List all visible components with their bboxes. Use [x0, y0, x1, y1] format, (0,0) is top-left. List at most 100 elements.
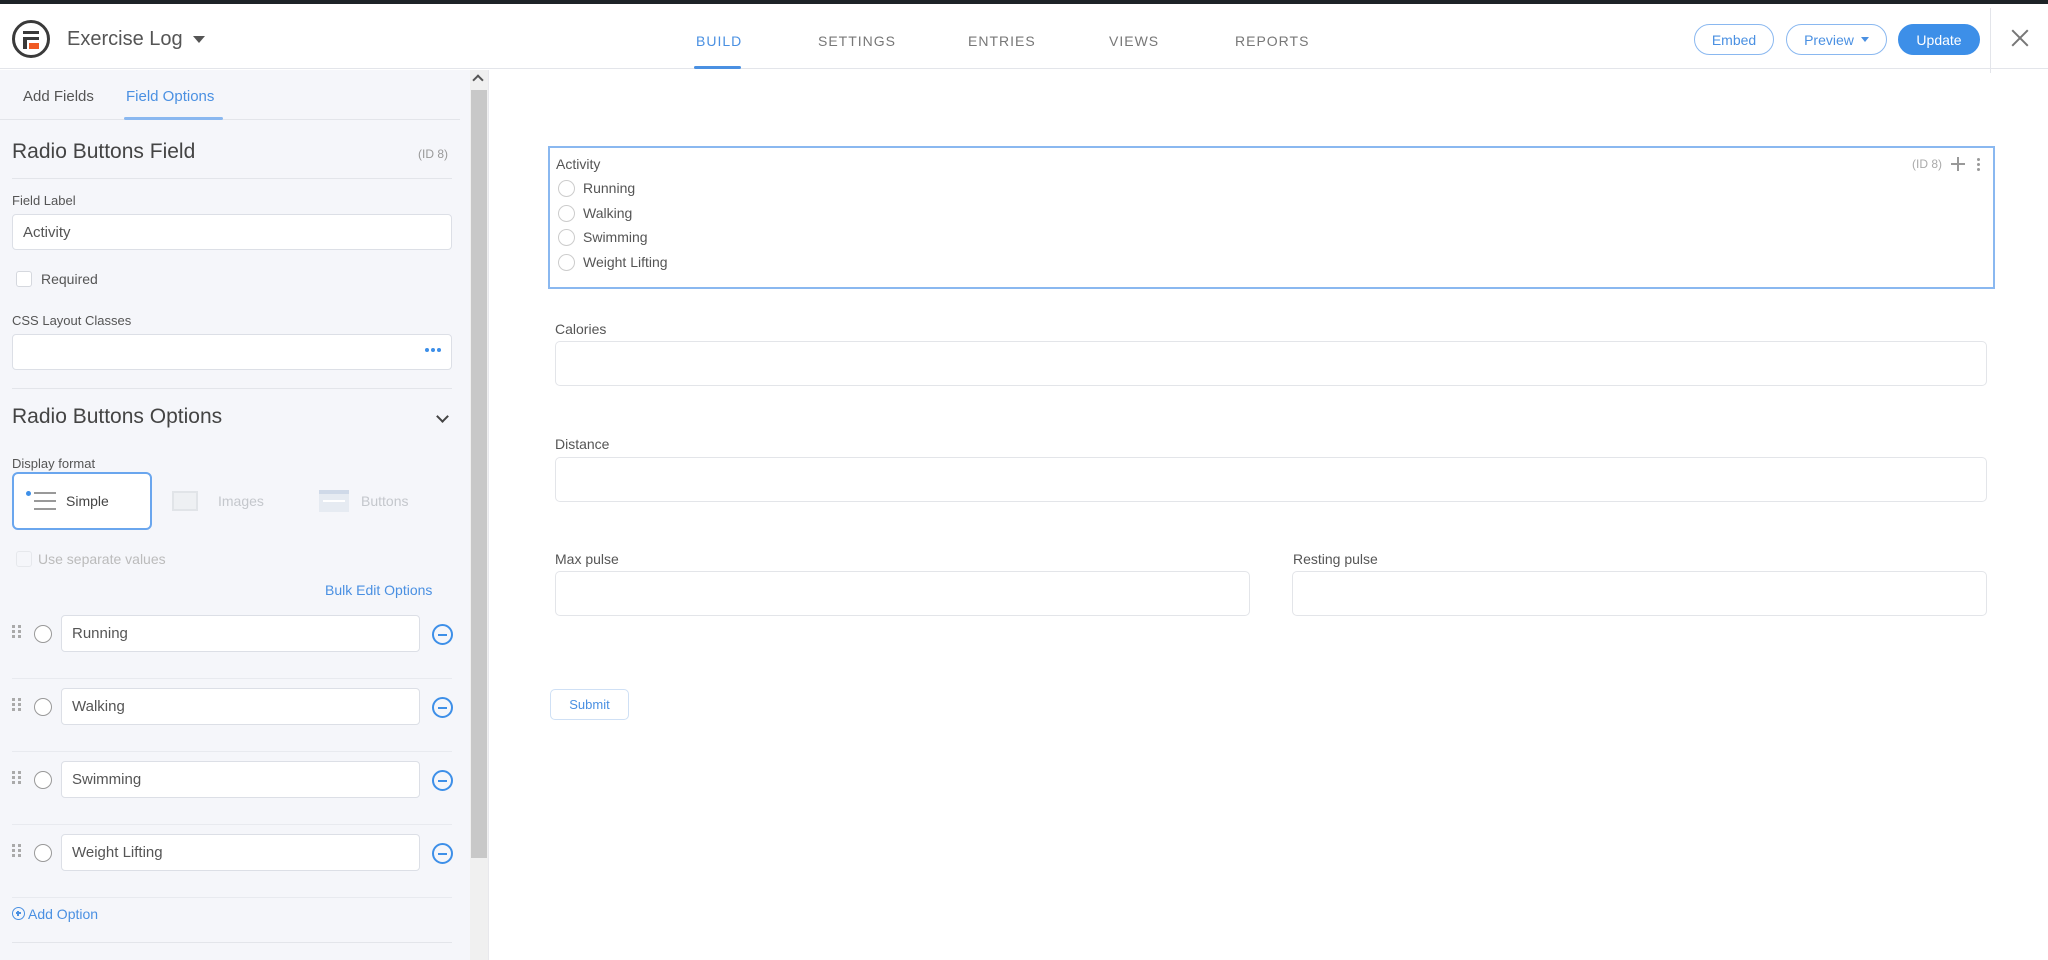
required-checkbox[interactable] [16, 271, 32, 287]
option-value: Swimming [72, 771, 142, 788]
option-row: Running [0, 606, 460, 679]
update-button[interactable]: Update [1898, 24, 1980, 55]
embed-label: Embed [1711, 31, 1757, 48]
required-label: Required [41, 271, 98, 287]
option-row: Weight Lifting [0, 825, 460, 898]
form-title-dropdown[interactable]: Exercise Log [67, 28, 205, 51]
radio-option-label: Swimming [583, 229, 648, 245]
activity-field-selected[interactable]: Activity Running Walking Swimming Weight… [548, 146, 1995, 289]
preview-label: Preview [1804, 31, 1854, 48]
update-label: Update [1916, 31, 1962, 48]
separate-values-checkbox[interactable] [16, 551, 32, 567]
remove-option-icon[interactable] [432, 697, 453, 718]
resting-pulse-input[interactable] [1292, 571, 1987, 616]
option-input[interactable]: Running [61, 615, 420, 652]
option-input[interactable]: Swimming [61, 761, 420, 798]
tab-reports[interactable]: REPORTS [1235, 33, 1309, 49]
max-pulse-label: Max pulse [555, 551, 619, 567]
radio-default-toggle[interactable] [34, 844, 52, 862]
format-label: Images [218, 493, 264, 509]
more-options-icon[interactable] [425, 348, 441, 352]
add-option-link[interactable]: Add Option [12, 906, 98, 922]
active-tab-indicator [124, 117, 223, 120]
radio-default-toggle[interactable] [34, 625, 52, 643]
form-title: Exercise Log [67, 28, 183, 50]
tab-settings[interactable]: SETTINGS [818, 33, 896, 49]
close-icon[interactable] [2008, 26, 2032, 50]
panel-divider [488, 70, 489, 960]
submit-label: Submit [569, 697, 610, 712]
buttons-icon [319, 490, 349, 512]
drag-handle-icon[interactable] [12, 625, 22, 638]
field-type-title: Radio Buttons Field [12, 140, 196, 163]
preview-button[interactable]: Preview [1786, 24, 1887, 55]
app-header: Exercise Log BUILD SETTINGS ENTRIES VIEW… [0, 4, 2048, 73]
drag-handle-icon[interactable] [12, 698, 22, 711]
drag-handle-icon[interactable] [12, 771, 22, 784]
radio-option[interactable] [558, 229, 575, 246]
caret-down-icon [1860, 37, 1869, 42]
move-icon[interactable] [1950, 156, 1966, 172]
sidebar-tabs: Add Fields Field Options [0, 70, 460, 120]
display-format-buttons[interactable]: Buttons [319, 472, 408, 530]
divider [12, 388, 452, 389]
separate-values-label: Use separate values [38, 551, 166, 567]
option-input[interactable]: Walking [61, 688, 420, 725]
option-input[interactable]: Weight Lifting [61, 834, 420, 871]
radio-option[interactable] [558, 205, 575, 222]
submit-button[interactable]: Submit [550, 689, 629, 720]
tab-build[interactable]: BUILD [696, 33, 742, 49]
remove-option-icon[interactable] [432, 843, 453, 864]
distance-label: Distance [555, 436, 610, 452]
option-value: Running [72, 625, 128, 642]
css-classes-input[interactable] [12, 334, 452, 370]
display-format-images[interactable]: Images [172, 472, 264, 530]
format-label: Buttons [361, 493, 409, 509]
more-vertical-icon[interactable] [1974, 157, 1983, 171]
list-icon [26, 490, 56, 512]
chevron-down-icon[interactable] [436, 410, 449, 423]
calories-input[interactable] [555, 341, 1987, 386]
max-pulse-input[interactable] [555, 571, 1250, 616]
field-label-input[interactable]: Activity [12, 214, 452, 250]
radio-option-label: Weight Lifting [583, 254, 668, 270]
field-options-sidebar: Add Fields Field Options Radio Buttons F… [0, 70, 470, 960]
tab-views[interactable]: VIEWS [1109, 33, 1159, 49]
radio-default-toggle[interactable] [34, 771, 52, 789]
remove-option-icon[interactable] [432, 624, 453, 645]
drag-handle-icon[interactable] [12, 844, 22, 857]
embed-button[interactable]: Embed [1694, 24, 1774, 55]
options-section-title: Radio Buttons Options [12, 405, 223, 428]
image-icon [172, 491, 198, 511]
sidebar-scrollbar[interactable] [470, 70, 488, 960]
display-format-simple[interactable]: Simple [12, 472, 152, 530]
header-divider [1990, 8, 1991, 73]
field-id: (ID 8) [418, 147, 448, 161]
distance-input[interactable] [555, 457, 1987, 502]
scroll-up-icon[interactable] [472, 74, 484, 86]
option-row: Swimming [0, 752, 460, 825]
radio-option[interactable] [558, 180, 575, 197]
add-option-label: Add Option [28, 906, 99, 922]
radio-option-label: Walking [583, 205, 633, 221]
caret-down-icon [192, 36, 205, 43]
resting-pulse-label: Resting pulse [1293, 551, 1378, 567]
add-circle-icon [12, 907, 25, 920]
remove-option-icon[interactable] [432, 770, 453, 791]
option-value: Weight Lifting [72, 844, 163, 861]
divider [12, 178, 452, 179]
css-classes-caption: CSS Layout Classes [12, 313, 132, 328]
field-label-value: Activity [23, 223, 71, 241]
option-value: Walking [72, 698, 125, 715]
tab-field-options[interactable]: Field Options [126, 88, 214, 105]
tab-add-fields[interactable]: Add Fields [23, 88, 94, 105]
bulk-edit-options-link[interactable]: Bulk Edit Options [325, 582, 432, 598]
formidable-logo-icon[interactable] [12, 20, 50, 58]
radio-option[interactable] [558, 254, 575, 271]
radio-default-toggle[interactable] [34, 698, 52, 716]
divider [12, 897, 452, 898]
tab-entries[interactable]: ENTRIES [968, 33, 1036, 49]
scrollbar-thumb[interactable] [471, 90, 487, 858]
calories-label: Calories [555, 321, 607, 337]
field-label: Activity [556, 156, 601, 172]
